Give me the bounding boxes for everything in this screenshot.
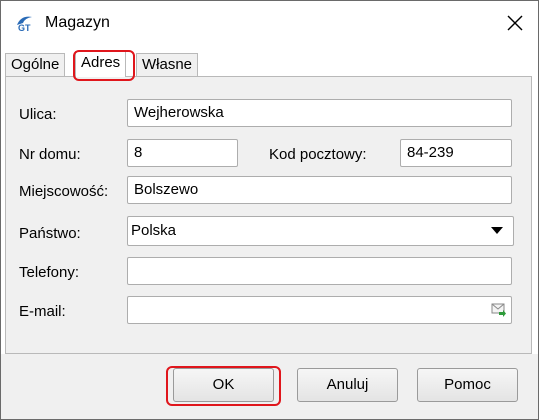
- telefony-field[interactable]: [127, 257, 512, 285]
- window-title: Magazyn: [45, 14, 110, 31]
- chevron-down-icon[interactable]: [491, 227, 503, 234]
- panstwo-label: Państwo:: [19, 225, 81, 242]
- tab-highlight-annotation: [73, 50, 135, 81]
- ok-highlight-annotation: [166, 366, 281, 406]
- address-panel: Ulica: Wejherowska Nr domu: 8 Kod poczto…: [5, 76, 532, 354]
- email-label: E-mail:: [19, 303, 66, 320]
- nr-domu-label: Nr domu:: [19, 146, 81, 163]
- email-field[interactable]: [127, 296, 512, 324]
- ulica-field[interactable]: Wejherowska: [127, 99, 512, 127]
- close-icon: [507, 15, 523, 31]
- pomoc-button[interactable]: Pomoc: [417, 368, 518, 402]
- anuluj-button[interactable]: Anuluj: [297, 368, 398, 402]
- tab-wlasne[interactable]: Własne: [136, 53, 199, 76]
- send-mail-icon[interactable]: [491, 303, 507, 317]
- title-bar[interactable]: GT Magazyn: [1, 1, 538, 45]
- tab-ogolne[interactable]: Ogólne: [5, 53, 66, 76]
- telefony-label: Telefony:: [19, 264, 80, 281]
- kod-pocztowy-label: Kod pocztowy:: [269, 146, 367, 163]
- kod-pocztowy-field[interactable]: 84-239: [400, 139, 512, 167]
- panstwo-select[interactable]: Polska: [127, 216, 514, 246]
- ulica-label: Ulica:: [19, 106, 57, 123]
- close-button[interactable]: [492, 1, 538, 45]
- miejscowosc-label: Miejscowość:: [19, 183, 109, 200]
- panstwo-selected-value: Polska: [131, 222, 177, 239]
- app-logo-icon: GT: [17, 16, 32, 33]
- svg-text:GT: GT: [18, 23, 31, 33]
- miejscowosc-field[interactable]: Bolszewo: [127, 176, 512, 204]
- nr-domu-field[interactable]: 8: [127, 139, 238, 167]
- dialog-window: GT Magazyn Ogólne Adres Własne Ulica: We…: [0, 0, 539, 420]
